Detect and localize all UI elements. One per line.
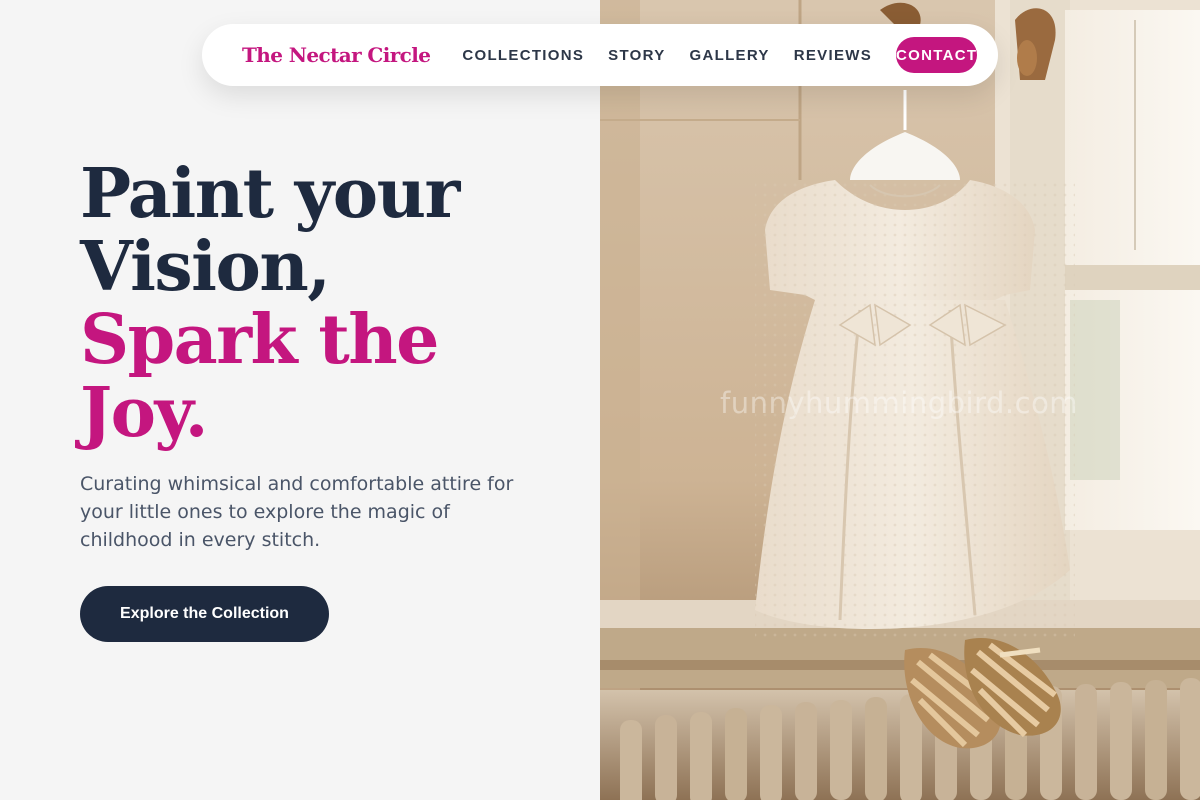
nav-links: COLLECTIONS STORY GALLERY REVIEWS: [462, 47, 896, 64]
hero-section: Paint your Vision, Spark the Joy. Curati…: [0, 0, 600, 800]
hero-headline: Paint your Vision, Spark the Joy.: [80, 158, 580, 450]
brand-logo[interactable]: The Nectar Circle: [242, 43, 431, 67]
contact-button[interactable]: CONTACT: [896, 37, 978, 73]
headline-line-4: Joy.: [80, 373, 208, 453]
top-navigation: The Nectar Circle COLLECTIONS STORY GALL…: [202, 24, 998, 86]
explore-collection-button[interactable]: Explore the Collection: [80, 586, 329, 642]
nav-link-collections[interactable]: COLLECTIONS: [462, 47, 584, 64]
headline-line-2: Vision,: [80, 227, 331, 307]
nav-link-story[interactable]: STORY: [608, 47, 665, 64]
headline-line-1: Paint your: [80, 154, 460, 234]
headline-line-3: Spark the: [80, 300, 439, 380]
hero-photo: funnyhummingbird.com: [600, 0, 1200, 800]
nav-link-reviews[interactable]: REVIEWS: [794, 47, 872, 64]
watermark-text: funnyhummingbird.com: [720, 386, 1079, 420]
hero-subtitle: Curating whimsical and comfortable attir…: [80, 473, 514, 551]
nav-link-gallery[interactable]: GALLERY: [690, 47, 770, 64]
